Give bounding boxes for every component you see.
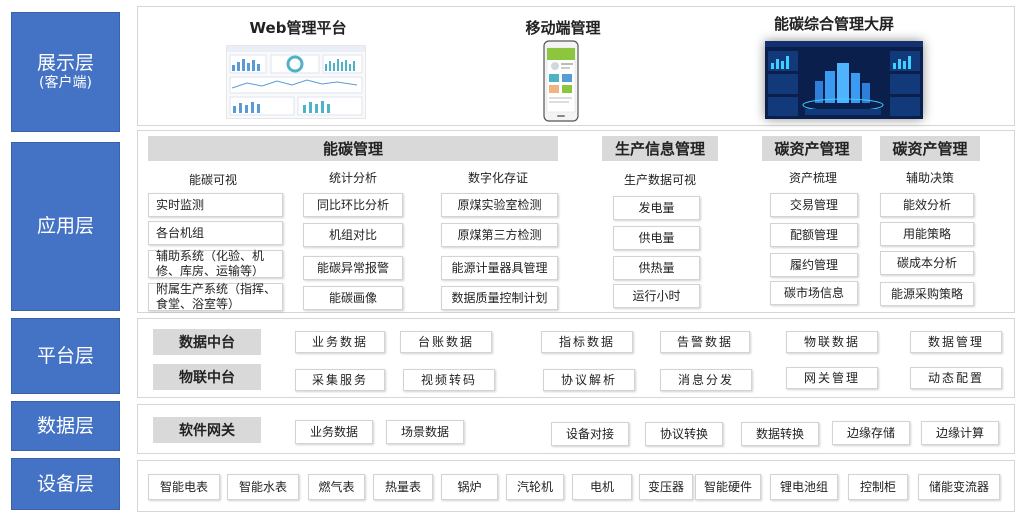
column-head: 数字化存证 [467,171,528,185]
platform-item[interactable]: 消息分发 [660,369,752,391]
app-item[interactable]: 各台机组 [148,221,283,245]
device-item[interactable]: 汽轮机 [506,474,564,500]
layer-name: 数据层 [36,414,94,437]
app-item[interactable]: 能源采购策略 [880,282,974,306]
app-item[interactable]: 数据质量控制计划 [441,286,558,310]
device-item[interactable]: 电机 [572,474,632,500]
platform-item[interactable]: 物联数据 [786,331,878,353]
layer-name: 设备层 [36,472,94,495]
column-head: 生产数据可视 [623,173,696,187]
platform-item[interactable]: 采集服务 [295,369,385,391]
platform-item[interactable]: 动态配置 [910,367,1002,389]
app-item[interactable]: 原煤第三方检测 [441,223,558,247]
carbon-asset-title-2: 碳资产管理 [880,136,980,161]
iot-hub[interactable]: 物联中台 [153,364,261,390]
app-item[interactable]: 履约管理 [770,253,858,277]
layer-label-application: 应用层 [11,142,120,311]
app-item[interactable]: 用能策略 [880,222,974,246]
app-item[interactable]: 配额管理 [770,223,858,247]
data-item[interactable]: 场景数据 [386,420,464,444]
device-item[interactable]: 智能电表 [148,474,220,500]
software-gateway[interactable]: 软件网关 [153,417,261,443]
device-item[interactable]: 锅炉 [441,474,498,500]
layer-label-device: 设备层 [11,458,120,510]
data-item[interactable]: 协议转换 [645,422,723,446]
device-item[interactable]: 智能水表 [227,474,299,500]
app-item[interactable]: 能效分析 [880,193,974,217]
app-item[interactable]: 能碳画像 [303,286,403,310]
platform-panel: 数据中台 物联中台 业务数据 台账数据 指标数据 告警数据 物联数据 数据管理 … [137,318,1015,398]
application-panel: 能碳管理 生产信息管理 碳资产管理 碳资产管理 能碳可视 统计分析 数字化存证 … [137,130,1015,313]
platform-item[interactable]: 数据管理 [910,331,1002,353]
app-item[interactable]: 交易管理 [770,193,858,217]
app-item[interactable]: 运行小时 [613,284,700,308]
web-platform-title: Web管理平台 [249,19,347,37]
device-panel: 智能电表 智能水表 燃气表 热量表 锅炉 汽轮机 电机 变压器 智能硬件 锂电池… [137,460,1015,512]
app-item[interactable]: 附属生产系统（指挥、食堂、浴室等） [148,282,283,311]
energy-carbon-title: 能碳管理 [148,136,558,161]
column-head: 统计分析 [328,171,377,185]
production-info-title: 生产信息管理 [602,136,718,161]
carbon-screen-screenshot [765,41,923,119]
app-item[interactable]: 供热量 [613,256,700,280]
platform-item[interactable]: 网关管理 [786,367,878,389]
app-item[interactable]: 原煤实验室检测 [441,193,558,217]
layer-name: 展示层 [36,52,94,75]
platform-item[interactable]: 台账数据 [400,331,492,353]
device-item[interactable]: 锂电池组 [770,474,838,500]
app-item[interactable]: 供电量 [613,226,700,250]
data-item[interactable]: 数据转换 [741,422,819,446]
platform-item[interactable]: 协议解析 [543,369,635,391]
web-platform-screenshot [226,45,366,119]
layer-name: 平台层 [36,344,94,367]
layer-label-data: 数据层 [11,401,120,451]
column-head: 能碳可视 [188,173,237,187]
carbon-screen-title: 能碳综合管理大屏 [773,15,894,33]
mobile-management-title: 移动端管理 [525,19,601,37]
app-item[interactable]: 碳市场信息 [770,281,858,305]
app-item[interactable]: 同比环比分析 [303,193,403,217]
platform-item[interactable]: 告警数据 [660,331,750,353]
web-dashboard-image [227,46,365,116]
data-item[interactable]: 设备对接 [551,422,629,446]
app-item[interactable]: 机组对比 [303,223,403,247]
carbon-asset-title: 碳资产管理 [762,136,862,161]
platform-item[interactable]: 指标数据 [541,331,633,353]
column-head: 辅助决策 [905,171,954,185]
platform-item[interactable]: 视频转码 [403,369,495,391]
platform-item[interactable]: 业务数据 [295,331,385,353]
presentation-panel: Web管理平台 移动端管理 能碳综合管理大屏 [137,6,1015,126]
device-item[interactable]: 热量表 [373,474,433,500]
device-item[interactable]: 燃气表 [308,474,365,500]
device-item[interactable]: 储能变流器 [918,474,1000,500]
mobile-screenshot [543,40,579,122]
phone-image [543,40,579,122]
app-item[interactable]: 辅助系统（化验、机修、库房、运输等） [148,249,283,278]
app-item[interactable]: 实时监测 [148,193,283,217]
app-item[interactable]: 发电量 [613,196,700,220]
data-item[interactable]: 边缘计算 [921,421,999,445]
big-screen-image [765,41,923,119]
app-item[interactable]: 碳成本分析 [880,251,974,275]
device-item[interactable]: 控制柜 [848,474,908,500]
data-item[interactable]: 边缘存储 [832,421,910,445]
data-item[interactable]: 业务数据 [295,420,373,444]
column-head: 资产梳理 [788,171,837,185]
app-item[interactable]: 能碳异常报警 [303,256,403,280]
device-item[interactable]: 智能硬件 [695,474,761,500]
layer-label-presentation: 展示层 (客户端) [11,12,120,132]
layer-name: 应用层 [36,215,94,238]
layer-sub: (客户端) [39,75,92,91]
app-item[interactable]: 能源计量器具管理 [441,256,558,280]
layer-label-platform: 平台层 [11,318,120,394]
data-hub[interactable]: 数据中台 [153,329,261,355]
device-item[interactable]: 变压器 [639,474,693,500]
data-panel: 软件网关 业务数据 场景数据 设备对接 协议转换 数据转换 边缘存储 边缘计算 [137,404,1015,454]
